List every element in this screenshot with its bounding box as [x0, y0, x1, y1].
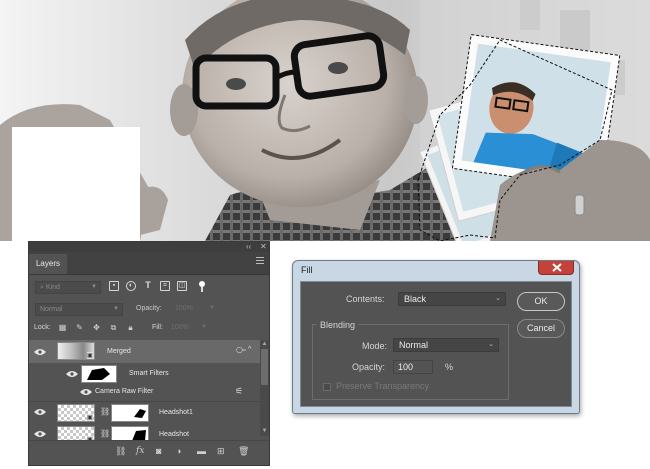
filter-row: ⌕ Kind ▼ ▪ ◐ T ⌗ ◫ — [29, 281, 269, 295]
opacity-input-value: 100 — [398, 362, 414, 372]
lock-row: Lock: ▦ ✎ ✥ ⧉ 🔒︎ Fill: 100% ▼ — [29, 322, 269, 335]
smart-object-filter-icon[interactable]: ◫ — [177, 281, 187, 291]
type-filter-icon[interactable]: T — [143, 281, 153, 291]
link-chain-icon[interactable]: ⛓︎ — [100, 407, 110, 416]
opacity-input[interactable]: 100 — [393, 360, 433, 374]
preserve-transparency-label: Preserve Transparency — [336, 381, 430, 391]
filter-kind-label: Kind — [45, 284, 60, 291]
opacity-value: 100% — [175, 305, 193, 312]
camera-raw-row[interactable]: Camera Raw Filter ⚟ — [29, 384, 269, 399]
opacity-field[interactable]: 100% — [171, 303, 209, 316]
scroll-up-icon[interactable]: ▲ — [260, 340, 269, 349]
close-icon — [552, 263, 562, 272]
opacity-label: Opacity: — [352, 362, 386, 372]
smart-object-badge-icon: ▣ — [87, 414, 93, 421]
smart-filter-badge-icon: ⧃ — [236, 345, 247, 355]
lock-image-icon[interactable]: ✎ — [75, 323, 84, 332]
blending-group-label: Blending — [317, 320, 359, 330]
man-portrait-image — [0, 0, 650, 241]
contents-label: Contents: — [346, 294, 385, 304]
layers-panel: ‹‹ ✕ Layers ⌕ Kind ▼ ▪ ◐ T ⌗ ◫ Normal ▼ Op… — [28, 241, 270, 466]
scroll-down-icon[interactable]: ▼ — [260, 427, 269, 436]
mask-thumbnail-headshot1 — [111, 404, 149, 422]
opacity-unit: % — [445, 362, 454, 372]
fill-value[interactable]: 100% — [171, 324, 189, 331]
adjustment-layer-icon[interactable]: ◑ — [176, 446, 181, 456]
lock-position-icon[interactable]: ✥ — [92, 323, 101, 332]
fill-dialog: Fill Contents: Black ⌄ OK Cancel Blending… — [292, 260, 580, 414]
pixel-filter-icon[interactable]: ▪ — [109, 281, 119, 291]
adjustment-filter-icon[interactable]: ◐ — [126, 281, 136, 291]
lock-transparent-icon[interactable]: ▦ — [58, 323, 67, 332]
blend-mode-dropdown[interactable]: Normal ▼ — [35, 303, 123, 316]
fill-arrow-icon[interactable]: ▼ — [201, 324, 207, 330]
cancel-button[interactable]: Cancel — [517, 319, 565, 338]
link-chain-icon[interactable]: ⛓︎ — [100, 429, 110, 438]
scrollbar-thumb[interactable] — [261, 349, 268, 385]
lock-label: Lock: — [34, 324, 51, 331]
fx-icon[interactable]: fx — [136, 446, 144, 456]
layer-name-headshot: Headshot — [159, 431, 189, 438]
visibility-eye-icon[interactable] — [34, 408, 46, 416]
layer-name-merged: Merged — [107, 348, 131, 355]
visibility-eye-icon[interactable] — [34, 348, 46, 356]
mode-dropdown[interactable]: Normal ⌄ — [393, 338, 499, 352]
new-layer-icon[interactable]: ⊞ — [217, 446, 225, 457]
lock-all-icon[interactable]: 🔒︎ — [126, 323, 135, 332]
dialog-body: Contents: Black ⌄ OK Cancel Blending Mode… — [300, 281, 572, 407]
layers-footer: ⛓︎ fx ◙ ◑ ▬ ⊞ 🗑︎ — [29, 440, 269, 465]
preserve-transparency-checkbox[interactable] — [323, 383, 331, 391]
visibility-eye-icon[interactable] — [80, 388, 92, 396]
link-layers-icon[interactable]: ⛓︎ — [115, 446, 126, 457]
mode-label: Mode: — [362, 341, 388, 351]
blend-mode-value: Normal — [40, 306, 63, 313]
close-icon[interactable]: ✕ — [260, 242, 267, 251]
panel-tab-row: Layers — [29, 252, 269, 275]
add-mask-icon[interactable]: ◙ — [156, 446, 161, 456]
panel-title-bar: ‹‹ ✕ — [29, 242, 269, 252]
delete-layer-icon[interactable]: 🗑︎ — [238, 446, 249, 457]
tab-layers[interactable]: Layers — [29, 254, 67, 274]
new-group-icon[interactable]: ▬ — [197, 446, 206, 456]
camera-raw-label: Camera Raw Filter — [95, 388, 154, 395]
expand-arrow-icon[interactable]: ^ — [248, 346, 251, 353]
opacity-arrow-icon[interactable]: ▼ — [209, 305, 215, 311]
smart-filters-row[interactable]: Smart Filters — [29, 364, 269, 384]
filter-options-icon[interactable]: ⚟ — [235, 386, 243, 397]
shape-filter-icon[interactable]: ⌗ — [160, 281, 170, 291]
filter-mask-thumbnail — [81, 365, 117, 383]
dialog-close-button[interactable] — [538, 261, 574, 275]
filter-kind-dropdown[interactable]: ⌕ Kind ▼ — [35, 281, 101, 294]
filter-toggle-icon[interactable] — [199, 281, 205, 292]
smart-object-badge-icon: ▣ — [87, 352, 93, 359]
smart-filters-label: Smart Filters — [129, 370, 169, 377]
layer-row-merged[interactable]: ▣ Merged ⧃ ^ — [29, 340, 269, 363]
contents-dropdown[interactable]: Black ⌄ — [398, 292, 506, 306]
panel-menu-icon[interactable] — [256, 257, 264, 266]
layers-scrollbar[interactable]: ▲ ▼ — [260, 340, 269, 436]
fill-label: Fill: — [152, 324, 163, 331]
photo-banner — [0, 0, 650, 241]
lock-artboard-icon[interactable]: ⧉ — [109, 323, 118, 332]
blend-row: Normal ▼ Opacity: 100% ▼ — [29, 303, 269, 316]
opacity-label: Opacity: — [136, 305, 162, 312]
mode-value: Normal — [399, 340, 429, 350]
collapse-icon[interactable]: ‹‹ — [246, 242, 251, 251]
layer-name-headshot1: Headshot1 — [159, 409, 193, 416]
dialog-title: Fill — [301, 265, 313, 275]
contents-value: Black — [404, 294, 427, 304]
layer-row-headshot1[interactable]: ▣ ⛓︎ Headshot1 — [29, 401, 269, 424]
visibility-eye-icon[interactable] — [66, 370, 78, 378]
visibility-eye-icon[interactable] — [34, 430, 46, 438]
ok-button[interactable]: OK — [517, 292, 565, 311]
